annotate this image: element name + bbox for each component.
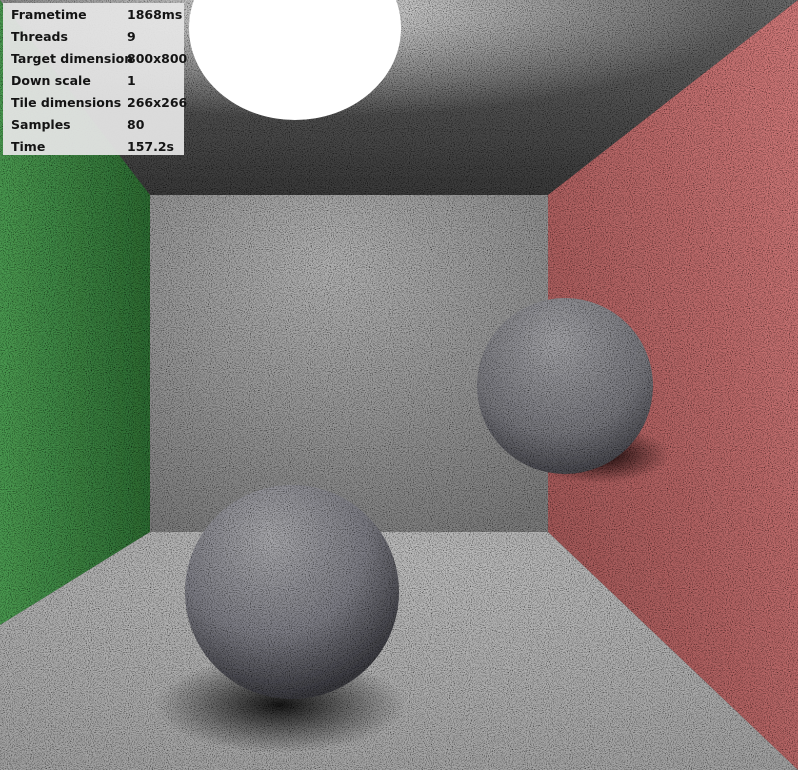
stat-row-time: Time 157.2s	[3, 136, 184, 158]
stat-label: Threads	[11, 29, 68, 44]
stat-label: Down scale	[11, 73, 91, 88]
stat-row-tile-dimensions: Tile dimensions 266x266	[3, 92, 188, 114]
stat-row-threads: Threads 9	[3, 26, 184, 48]
stat-value: 266x266	[127, 95, 188, 110]
stat-value: 80	[127, 117, 145, 132]
render-stats-panel: Frametime 1868ms Threads 9 Target dimens…	[3, 3, 188, 158]
stat-label: Samples	[11, 117, 71, 132]
stat-value: 800x800	[127, 51, 188, 66]
stat-value: 1868ms	[127, 7, 183, 22]
stat-value: 157.2s	[127, 139, 174, 154]
stat-label: Time	[11, 139, 46, 154]
sphere-left	[185, 485, 399, 699]
render-viewport: Frametime 1868ms Threads 9 Target dimens…	[0, 0, 798, 770]
stat-value: 9	[127, 29, 136, 44]
stat-row-frametime: Frametime 1868ms	[3, 4, 184, 26]
stat-row-down-scale: Down scale 1	[3, 70, 184, 92]
stat-row-samples: Samples 80	[3, 114, 184, 136]
stat-value: 1	[127, 73, 136, 88]
stat-label: Tile dimensions	[11, 95, 122, 110]
sphere-right	[477, 298, 653, 474]
stat-label: Target dimension	[11, 51, 134, 66]
stat-row-target-dimension: Target dimension 800x800	[3, 48, 188, 70]
stat-label: Frametime	[11, 7, 87, 22]
